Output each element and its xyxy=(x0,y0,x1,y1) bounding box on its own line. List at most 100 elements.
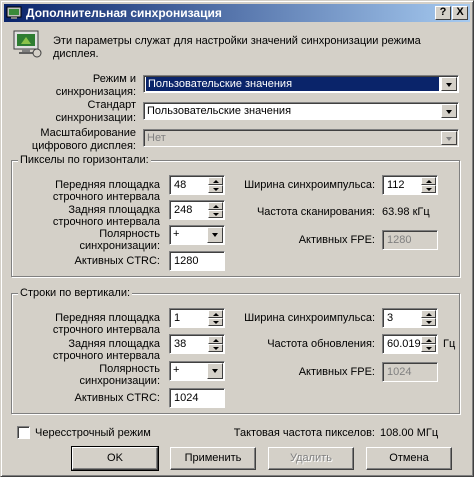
h-back-porch-label2: строчного интервала xyxy=(52,216,160,228)
v-refresh-up[interactable] xyxy=(421,336,436,344)
h-active-crtc-label: Активных CTRC: xyxy=(74,255,160,267)
v-polarity-select[interactable]: + xyxy=(169,361,225,381)
arrow-up-icon xyxy=(213,313,219,316)
arrow-up-icon xyxy=(213,339,219,342)
v-active-fpe-value: 1024 xyxy=(387,366,412,378)
pixel-clock-label: Тактовая частота пикселов: xyxy=(233,427,375,439)
v-refresh-value: 60.019 xyxy=(387,338,421,350)
mode-dropdown-arrow[interactable] xyxy=(441,77,457,91)
v-front-porch-label1: Передняя площадка xyxy=(55,312,160,324)
v-refresh-label: Частота обновления: xyxy=(267,338,375,350)
arrow-up-icon xyxy=(213,180,219,183)
v-back-porch-label1: Задняя площадка xyxy=(68,338,160,350)
v-active-fpe-spinner[interactable]: 1024 xyxy=(382,362,438,382)
arrow-down-icon xyxy=(426,347,432,350)
h-front-porch-up[interactable] xyxy=(208,177,223,185)
v-refresh-spinner[interactable]: 60.019 xyxy=(382,334,438,354)
interlaced-checkbox[interactable] xyxy=(17,426,30,439)
arrow-up-icon xyxy=(213,205,219,208)
close-button[interactable]: X xyxy=(452,6,468,20)
v-active-crtc-value: 1024 xyxy=(174,392,199,404)
v-polarity-label2: синхронизации: xyxy=(79,375,160,387)
standard-dropdown-arrow[interactable] xyxy=(441,104,457,118)
v-back-porch-down[interactable] xyxy=(208,344,223,352)
v-sync-width-up[interactable] xyxy=(421,310,436,318)
dialog-window: Дополнительная синхронизация ? X Эти пар… xyxy=(0,0,474,477)
h-back-porch-down[interactable] xyxy=(208,210,223,218)
standard-select[interactable]: Пользовательские значения xyxy=(143,102,459,120)
app-icon xyxy=(6,6,22,19)
v-front-porch-down[interactable] xyxy=(208,318,223,326)
h-front-porch-down[interactable] xyxy=(208,185,223,193)
apply-button[interactable]: Применить xyxy=(170,447,256,470)
v-front-porch-label2: строчного интервала xyxy=(52,324,160,336)
chevron-down-icon xyxy=(212,233,218,237)
v-back-porch-spinner[interactable]: 38 xyxy=(169,334,225,354)
intro-text-line1: Эти параметры служат для настройки значе… xyxy=(53,35,421,47)
h-active-fpe-spinner[interactable]: 1280 xyxy=(382,230,438,250)
arrow-up-icon xyxy=(426,180,432,183)
h-front-porch-label1: Передняя площадка xyxy=(55,179,160,191)
v-sync-width-down[interactable] xyxy=(421,318,436,326)
h-active-fpe-value: 1280 xyxy=(387,234,412,246)
h-polarity-value: + xyxy=(173,228,180,240)
title-bar: Дополнительная синхронизация ? X xyxy=(4,4,470,22)
v-back-porch-value: 38 xyxy=(174,338,187,350)
horizontal-group-legend: Пикселы по горизонтали: xyxy=(18,154,151,166)
h-back-porch-label1: Задняя площадка xyxy=(68,204,160,216)
h-active-crtc-field[interactable]: 1280 xyxy=(169,251,225,271)
standard-label-line2: синхронизации: xyxy=(55,112,136,124)
interlaced-label[interactable]: Чересстрочный режим xyxy=(35,427,151,439)
delete-button[interactable]: Удалить xyxy=(268,447,354,470)
arrow-down-icon xyxy=(426,321,432,324)
h-sync-width-label: Ширина синхроимпульса: xyxy=(244,179,375,191)
v-refresh-down[interactable] xyxy=(421,344,436,352)
v-back-porch-label2: строчного интервала xyxy=(52,350,160,362)
h-front-porch-spinner[interactable]: 48 xyxy=(169,175,225,195)
v-polarity-dropdown-arrow[interactable] xyxy=(207,363,223,379)
v-back-porch-up[interactable] xyxy=(208,336,223,344)
chevron-down-icon xyxy=(446,110,452,114)
v-active-crtc-field[interactable]: 1024 xyxy=(169,388,225,408)
display-settings-icon xyxy=(13,30,42,58)
scaling-select[interactable]: Нет xyxy=(143,129,459,147)
h-back-porch-value: 248 xyxy=(174,204,193,216)
scaling-dropdown-arrow[interactable] xyxy=(441,131,457,145)
v-active-crtc-label: Активных CTRC: xyxy=(74,392,160,404)
standard-label-line1: Стандарт xyxy=(87,99,136,111)
h-front-porch-label2: строчного интервала xyxy=(52,191,160,203)
v-sync-width-label: Ширина синхроимпульса: xyxy=(244,312,375,324)
h-sync-width-up[interactable] xyxy=(421,177,436,185)
h-polarity-dropdown-arrow[interactable] xyxy=(207,227,223,243)
ok-button[interactable]: OK xyxy=(71,446,159,471)
v-sync-width-spinner[interactable]: 3 xyxy=(382,308,438,328)
h-back-porch-up[interactable] xyxy=(208,202,223,210)
h-back-porch-spinner[interactable]: 248 xyxy=(169,200,225,220)
arrow-down-icon xyxy=(213,213,219,216)
window-title: Дополнительная синхронизация xyxy=(26,6,222,20)
mode-select[interactable]: Пользовательские значения xyxy=(143,75,459,93)
help-button[interactable]: ? xyxy=(435,6,451,20)
v-polarity-value: + xyxy=(173,364,180,376)
h-active-fpe-label: Активных FPE: xyxy=(298,234,375,246)
mode-label-line2: синхронизация: xyxy=(55,86,136,98)
arrow-down-icon xyxy=(426,188,432,191)
v-front-porch-spinner[interactable]: 1 xyxy=(169,308,225,328)
arrow-up-icon xyxy=(426,339,432,342)
h-active-crtc-value: 1280 xyxy=(174,255,199,267)
v-front-porch-up[interactable] xyxy=(208,310,223,318)
h-sync-width-spinner[interactable]: 112 xyxy=(382,175,438,195)
h-polarity-label1: Полярность xyxy=(99,228,160,240)
h-sync-width-down[interactable] xyxy=(421,185,436,193)
pixel-clock-value: 108.00 МГц xyxy=(380,427,439,439)
mode-label-line1: Режим и xyxy=(92,73,136,85)
standard-value: Пользовательские значения xyxy=(147,105,292,117)
h-polarity-select[interactable]: + xyxy=(169,225,225,245)
h-scan-rate-value: 63.98 кГц xyxy=(382,206,430,218)
h-sync-width-value: 112 xyxy=(387,179,405,191)
chevron-down-icon xyxy=(446,83,452,87)
arrow-down-icon xyxy=(213,347,219,350)
cancel-button[interactable]: Отмена xyxy=(366,447,452,470)
scaling-value: Нет xyxy=(147,132,166,144)
h-polarity-label2: синхронизации: xyxy=(79,240,160,252)
